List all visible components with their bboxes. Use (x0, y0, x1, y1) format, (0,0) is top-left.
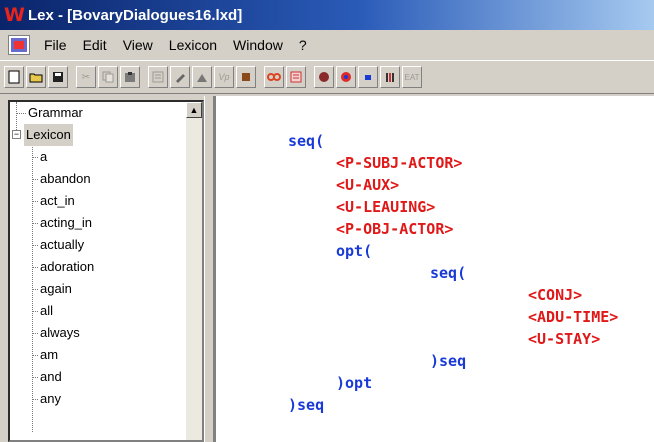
menu-help[interactable]: ? (291, 37, 315, 53)
new-document-icon[interactable] (4, 66, 24, 88)
code-line: <P-SUBJ-ACTOR> (336, 154, 463, 172)
menu-view[interactable]: View (115, 37, 161, 53)
menu-file[interactable]: File (36, 37, 75, 53)
code-line: <U-AUX> (336, 176, 400, 194)
tree-icon[interactable] (380, 66, 400, 88)
tree-item-again[interactable]: again (40, 278, 72, 300)
tree-scrollbar[interactable]: ▲ (186, 102, 202, 440)
tree-item-grammar[interactable]: Grammar (28, 102, 83, 124)
cut-icon[interactable]: ✂ (76, 66, 96, 88)
phrase-icon[interactable] (236, 66, 256, 88)
copy-icon[interactable] (98, 66, 118, 88)
list-icon[interactable] (286, 66, 306, 88)
code-line: <U-LEAUING> (336, 198, 436, 216)
tree-item-abandon[interactable]: abandon (40, 168, 91, 190)
menu-window[interactable]: Window (225, 37, 291, 53)
tree-item-actually[interactable]: actually (40, 234, 84, 256)
code-line: )seq (430, 352, 467, 370)
tree-item-am[interactable]: am (40, 344, 58, 366)
properties-icon[interactable] (148, 66, 168, 88)
code-editor[interactable]: seq( <P-SUBJ-ACTOR> <U-AUX> <U-LEAUING> … (214, 96, 654, 442)
tree-item-all[interactable]: all (40, 300, 53, 322)
document-menu-icon[interactable] (8, 35, 30, 55)
menu-edit[interactable]: Edit (75, 37, 115, 53)
tree-item-lexicon[interactable]: Lexicon (24, 124, 73, 146)
eat-label: EAT (404, 72, 420, 82)
menu-lexicon[interactable]: Lexicon (161, 37, 225, 53)
open-folder-icon[interactable] (26, 66, 46, 88)
tree-item-and[interactable]: and (40, 366, 62, 388)
pane-splitter[interactable] (204, 96, 214, 442)
tree-item-adoration[interactable]: adoration (40, 256, 94, 278)
save-icon[interactable] (48, 66, 68, 88)
tree-item-always[interactable]: always (40, 322, 80, 344)
code-line: seq( (430, 264, 467, 282)
eat-icon[interactable]: EAT (402, 66, 422, 88)
insert-icon[interactable] (192, 66, 212, 88)
tree-item-acting-in[interactable]: acting_in (40, 212, 92, 234)
code-line: <CONJ> (528, 286, 583, 304)
title-bar: W Lex - [BovaryDialogues16.lxd] (0, 0, 654, 30)
tree-item-any[interactable]: any (40, 388, 61, 410)
window-title: Lex - [BovaryDialogues16.lxd] (27, 6, 243, 24)
app-logo-icon: W (4, 3, 25, 26)
scroll-up-arrow-icon[interactable]: ▲ (186, 102, 202, 118)
code-line: <ADU-TIME> (528, 308, 619, 326)
code-line: <U-STAY> (528, 330, 601, 348)
menu-bar: File Edit View Lexicon Window ? (0, 30, 654, 60)
vp-icon[interactable]: Vp (214, 66, 234, 88)
collapse-icon[interactable]: − (12, 130, 21, 139)
vp-label: Vp (218, 72, 230, 82)
stop-icon[interactable] (314, 66, 334, 88)
code-line: <P-OBJ-ACTOR> (336, 220, 454, 238)
link-icon[interactable] (264, 66, 284, 88)
tree-item-a[interactable]: a (40, 146, 47, 168)
record-icon[interactable] (336, 66, 356, 88)
code-line: seq( (288, 132, 325, 150)
code-line: )seq (288, 396, 325, 414)
paste-icon[interactable] (120, 66, 140, 88)
equals-icon[interactable] (358, 66, 378, 88)
lexicon-tree[interactable]: Grammar − Lexicon a abandon act_in actin… (8, 100, 204, 442)
toolbar: ✂ Vp EAT (0, 60, 654, 94)
code-line: )opt (336, 374, 373, 392)
edit-icon[interactable] (170, 66, 190, 88)
tree-item-act-in[interactable]: act_in (40, 190, 75, 212)
code-line: opt( (336, 242, 373, 260)
